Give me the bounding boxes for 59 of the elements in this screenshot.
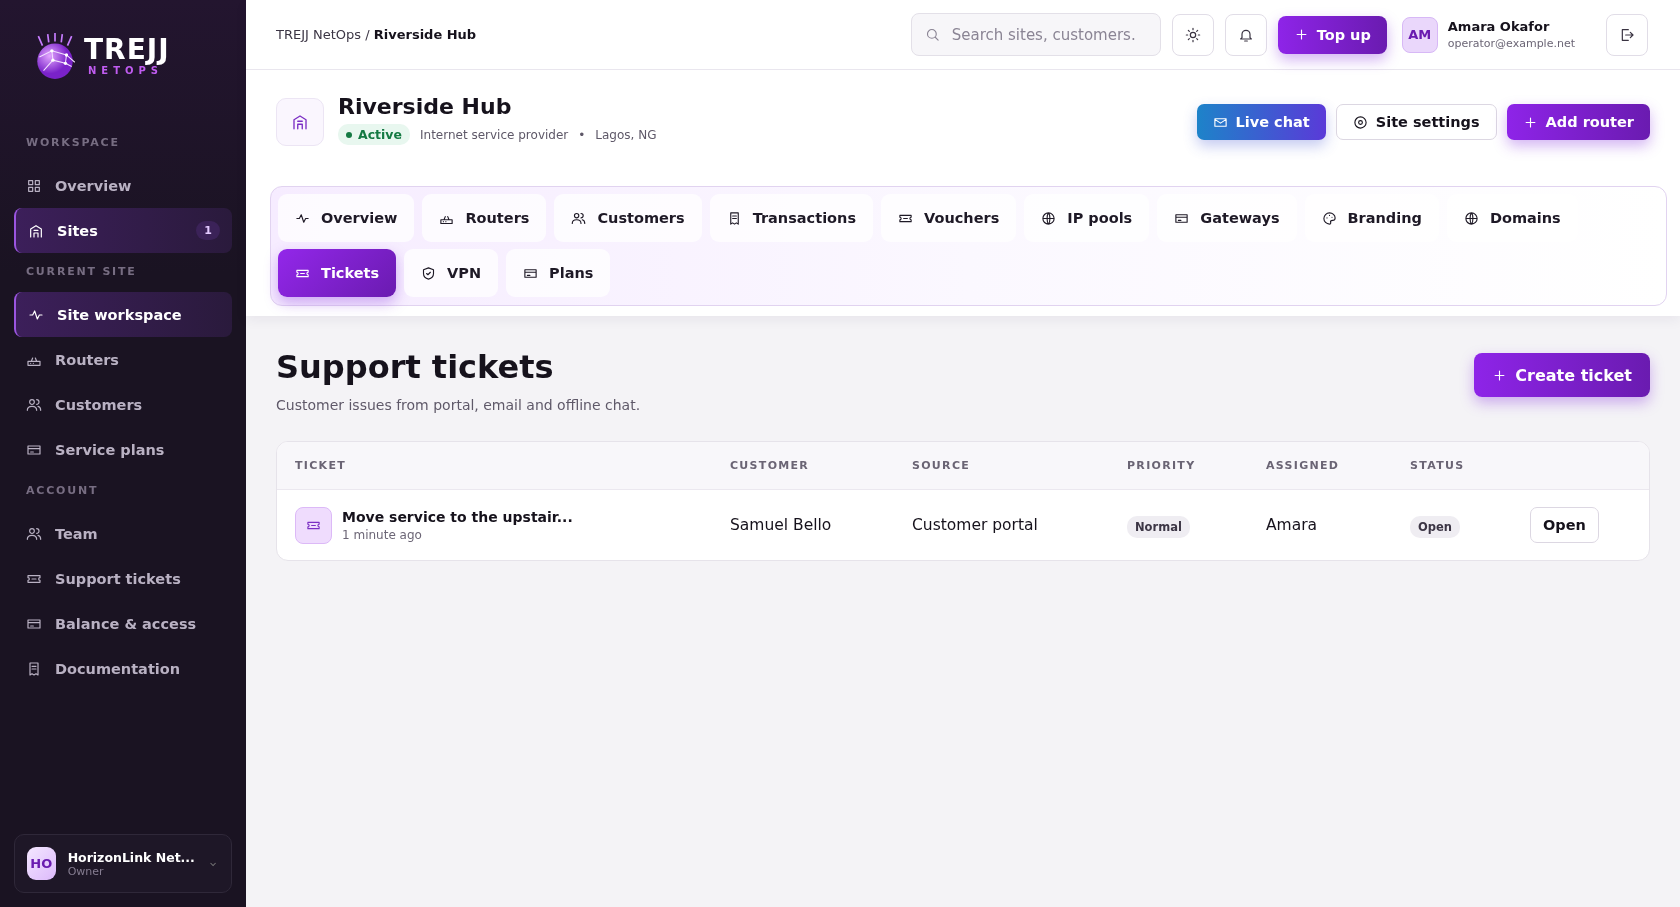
ticket-title: Move service to the upstair... bbox=[342, 508, 573, 525]
page-subtitle: Customer issues from portal, email and offline chat. bbox=[276, 397, 641, 414]
page-title: Support tickets bbox=[276, 350, 555, 386]
sidebar-item[interactable]: Sites 1 bbox=[14, 208, 232, 253]
status-badge: Open bbox=[1410, 515, 1460, 538]
tab[interactable]: Tickets bbox=[278, 249, 397, 297]
tab[interactable]: Plans bbox=[506, 249, 611, 297]
account-avatar: HO bbox=[27, 847, 56, 880]
site-settings-button[interactable]: Site settings bbox=[1335, 104, 1497, 140]
column-header: PRIORITY bbox=[1127, 459, 1197, 473]
sidebar-item[interactable]: Documentation bbox=[14, 646, 232, 691]
account-role: Owner bbox=[67, 864, 105, 878]
sidebar-item[interactable]: Routers bbox=[14, 337, 232, 382]
user-email: operator@example.net bbox=[1447, 37, 1575, 50]
count-badge: 1 bbox=[196, 221, 220, 240]
tab[interactable]: IP pools bbox=[1024, 194, 1150, 242]
site-location: Lagos, NG bbox=[595, 127, 657, 142]
section-label: ACCOUNT bbox=[25, 484, 100, 499]
site-title: Riverside Hub bbox=[338, 94, 513, 121]
account-switcher[interactable]: HO HorizonLink Net... Owner bbox=[14, 834, 232, 893]
status-badge: Active bbox=[338, 124, 410, 146]
add-router-button[interactable]: Add router bbox=[1506, 104, 1650, 140]
tab[interactable]: Overview bbox=[278, 194, 415, 242]
sidebar-item[interactable]: Site workspace bbox=[14, 292, 232, 337]
tab[interactable]: Routers bbox=[422, 194, 547, 242]
open-button[interactable]: Open bbox=[1530, 507, 1599, 544]
table-cell-text: Samuel Bello bbox=[730, 516, 833, 535]
sidebar-item[interactable]: Balance & access bbox=[14, 601, 232, 646]
table-cell-text: Customer portal bbox=[912, 516, 1039, 535]
sidebar-item[interactable]: Team bbox=[14, 511, 232, 556]
column-header: ASSIGNED bbox=[1266, 459, 1341, 473]
account-name: HorizonLink Net... bbox=[67, 849, 195, 865]
brand-subtitle: NETOPS bbox=[88, 66, 164, 76]
site-type: Internet service provider bbox=[420, 127, 569, 142]
tab[interactable]: Transactions bbox=[709, 194, 874, 242]
breadcrumb: TREJJ NetOps / Riverside Hub bbox=[276, 27, 477, 42]
live-chat-button[interactable]: Live chat bbox=[1196, 104, 1326, 140]
tab[interactable]: Vouchers bbox=[881, 194, 1017, 242]
column-header: CUSTOMER bbox=[730, 459, 811, 473]
user-name: Amara Okafor bbox=[1447, 19, 1551, 34]
create-ticket-button[interactable]: Create ticket bbox=[1474, 353, 1650, 397]
user-avatar: AM bbox=[1401, 16, 1438, 53]
sidebar-item[interactable]: Support tickets bbox=[14, 556, 232, 601]
section-label: WORKSPACE bbox=[25, 136, 121, 151]
sidebar-item[interactable]: Service plans bbox=[14, 427, 232, 472]
top-up-button[interactable]: Top up bbox=[1277, 15, 1387, 54]
column-header: STATUS bbox=[1410, 459, 1466, 473]
column-header: SOURCE bbox=[912, 459, 972, 473]
priority-badge: Normal bbox=[1127, 515, 1190, 538]
tab[interactable]: VPN bbox=[404, 249, 499, 297]
column-header: TICKET bbox=[295, 459, 347, 473]
section-label: CURRENT SITE bbox=[25, 265, 138, 280]
sidebar-item[interactable]: Overview bbox=[14, 163, 232, 208]
table-cell-text: Amara bbox=[1266, 516, 1319, 535]
bullet-separator: • bbox=[578, 127, 586, 142]
search-field[interactable]: Search sites, customers. bbox=[910, 13, 1161, 56]
sidebar-item[interactable]: Customers bbox=[14, 382, 232, 427]
tab[interactable]: Customers bbox=[554, 194, 702, 242]
ticket-time: 1 minute ago bbox=[342, 527, 423, 542]
